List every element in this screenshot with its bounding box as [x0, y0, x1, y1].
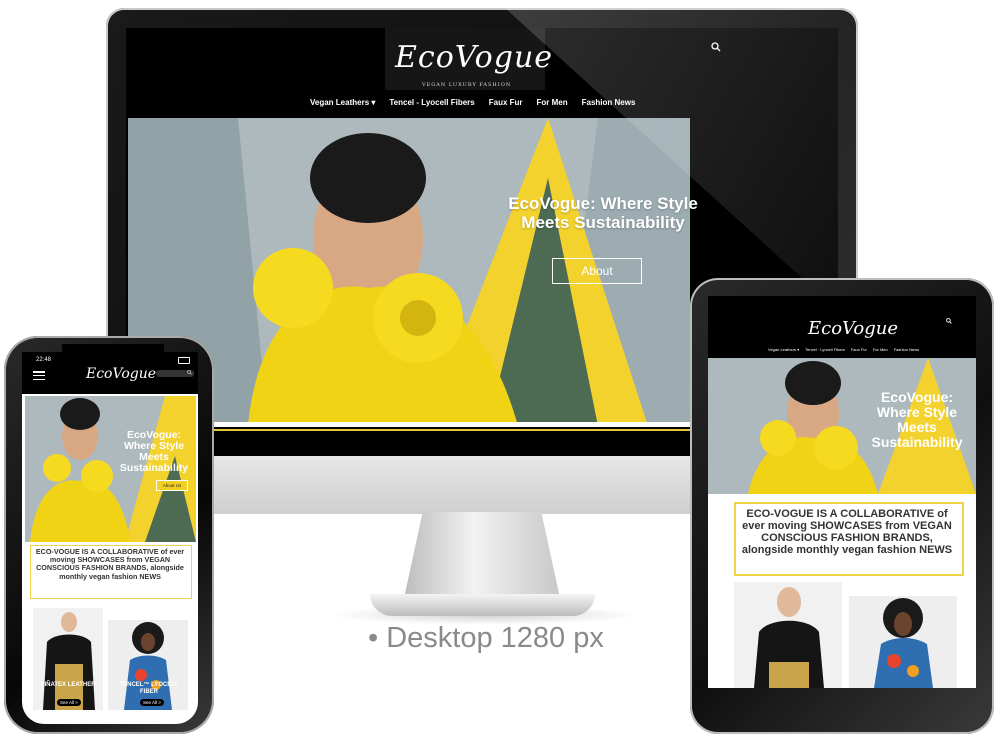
nav-for-men[interactable]: For Men — [537, 98, 568, 107]
desktop-logo-tagline: VEGAN LUXURY FASHION — [422, 82, 512, 88]
see-all-button-pinatex[interactable]: See All > — [57, 699, 81, 706]
nav-faux-fur[interactable]: Faux Fur — [489, 98, 523, 107]
about-button[interactable]: About — [552, 258, 642, 284]
tablet-intro-text: ECO-VOGUE IS A COLLABORATIVE of ever mov… — [741, 508, 953, 556]
desktop-logo[interactable]: EcoVogue — [395, 40, 553, 75]
menu-icon[interactable] — [33, 371, 45, 380]
phone-notch — [62, 344, 164, 362]
tablet-nav: Vegan Leathers ▾ Tencel · Lyocell Fibers… — [768, 347, 919, 352]
phone-intro-text: ECO-VOGUE IS A COLLABORATIVE of ever mov… — [35, 547, 185, 581]
nav-vegan-leathers[interactable]: Vegan Leathers ▾ — [768, 347, 799, 352]
tablet-product-image-2[interactable] — [849, 596, 957, 688]
tablet-logo[interactable]: EcoVogue — [808, 318, 898, 339]
monitor-stand-neck — [404, 512, 560, 598]
phone-logo[interactable]: EcoVogue — [86, 366, 156, 382]
nav-tencel[interactable]: Tencel - Lyocell Fibers — [389, 98, 474, 107]
phone-hero-title: EcoVogue: Where Style Meets Sustainabili… — [119, 429, 189, 474]
card-label-pinatex: PIÑATEX LEATHER — [40, 682, 96, 688]
card-label-tencel: TENCEL™ LYOCELL FIBER — [119, 682, 179, 695]
battery-icon — [178, 357, 190, 364]
phone-status-time: 22:48 — [36, 357, 52, 363]
nav-fashion-news[interactable]: Fashion News — [894, 347, 919, 352]
nav-vegan-leathers[interactable]: Vegan Leathers ▾ — [310, 98, 375, 107]
desktop-hero-title: EcoVogue: Where Style Meets Sustainabili… — [508, 194, 698, 232]
nav-faux-fur[interactable]: Faux Fur — [851, 347, 867, 352]
desktop-nav: Vegan Leathers ▾ Tencel - Lyocell Fibers… — [310, 98, 635, 107]
monitor-stand-base — [370, 594, 595, 616]
nav-tencel[interactable]: Tencel · Lyocell Fibers — [805, 347, 845, 352]
search-input[interactable] — [156, 370, 194, 377]
search-icon[interactable] — [946, 318, 952, 326]
phone-product-image-2[interactable] — [108, 620, 188, 710]
see-all-button-tencel[interactable]: See All > — [140, 699, 164, 706]
phone-product-image-1[interactable] — [33, 608, 103, 710]
about-us-button[interactable]: About Us — [156, 480, 188, 491]
tablet-hero-title: EcoVogue: Where Style Meets Sustainabili… — [871, 389, 963, 450]
nav-for-men[interactable]: For Men — [873, 347, 888, 352]
caption-desktop: • Desktop 1280 px — [368, 622, 604, 654]
tablet-product-image-1[interactable] — [734, 582, 842, 688]
